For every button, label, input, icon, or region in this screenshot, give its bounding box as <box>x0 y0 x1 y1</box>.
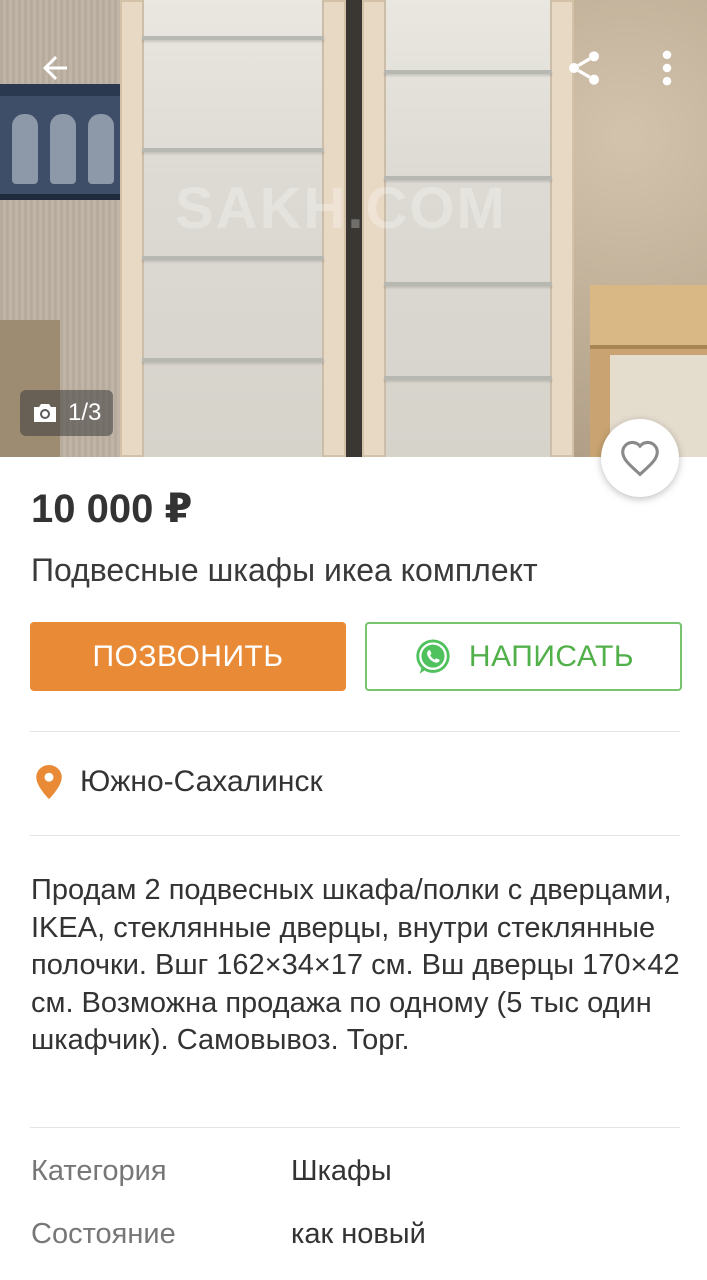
whatsapp-icon <box>416 639 450 674</box>
property-key-category: Категория <box>31 1155 167 1187</box>
call-button[interactable]: ПОЗВОНИТЬ <box>30 622 346 691</box>
photo-shelf <box>142 36 324 40</box>
photo-shelf <box>142 148 324 152</box>
location-text: Южно-Сахалинск <box>80 765 323 798</box>
photo-box-left <box>0 320 60 457</box>
heart-outline-icon <box>621 440 659 477</box>
back-button[interactable] <box>27 40 83 96</box>
favorite-button[interactable] <box>601 419 679 497</box>
more-vertical-icon <box>662 50 672 86</box>
location-pin-icon <box>36 765 62 799</box>
divider <box>30 1127 680 1128</box>
photo-shelf <box>384 376 552 380</box>
listing-location[interactable]: Южно-Сахалинск <box>36 765 323 799</box>
property-key-condition: Состояние <box>31 1218 176 1250</box>
photo-painting <box>0 84 130 200</box>
more-options-button[interactable] <box>639 40 695 96</box>
listing-description: Продам 2 подвесных шкафа/полки с дверцам… <box>31 874 680 1056</box>
divider <box>30 835 680 836</box>
photo-painting-figure <box>88 114 114 184</box>
camera-icon <box>34 404 56 422</box>
share-button[interactable] <box>556 40 612 96</box>
listing-price: 10 000 ₽ <box>31 487 193 531</box>
photo-box-lid <box>590 285 707 349</box>
photo-shelf <box>142 358 324 362</box>
photo-shelf <box>142 256 324 260</box>
share-icon <box>569 51 599 85</box>
photo-painting-figure <box>50 114 76 184</box>
listing-title: Подвесные шкафы икеа комплект <box>31 552 538 588</box>
property-value-category: Шкафы <box>291 1155 392 1187</box>
photo-shelf <box>384 70 552 74</box>
write-button[interactable]: НАПИСАТЬ <box>365 622 682 691</box>
write-button-label: НАПИСАТЬ <box>468 639 635 673</box>
photo-counter-text: 1/3 <box>68 399 102 426</box>
photo-watermark: SAKH.COM <box>175 176 507 241</box>
photo-shelf <box>384 282 552 286</box>
photo-painting-figure <box>12 114 38 184</box>
arrow-left-icon <box>43 56 67 80</box>
divider <box>30 731 680 732</box>
call-button-label: ПОЗВОНИТЬ <box>92 639 284 673</box>
property-value-condition: как новый <box>291 1218 426 1250</box>
listing-photo[interactable]: SAKH.COM 1/3 <box>0 0 707 457</box>
photo-counter[interactable]: 1/3 <box>20 390 114 436</box>
